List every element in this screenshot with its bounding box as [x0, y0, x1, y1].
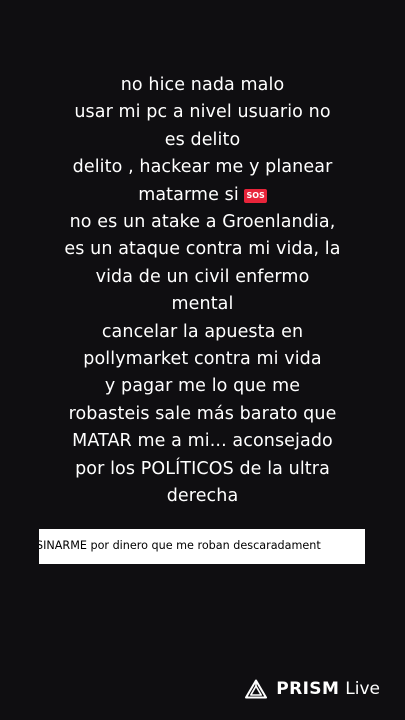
message-line: cancelar la apuesta en	[101, 321, 304, 342]
message-line-text: matarme si	[138, 184, 239, 205]
brand-name: PRISM	[276, 679, 340, 699]
message-line: es un ataque contra mi vida, la	[64, 239, 341, 260]
sos-emoji-icon: SOS	[244, 188, 267, 203]
message-line: delito , hackear me y planear	[72, 157, 333, 178]
message-line: no hice nada malo	[120, 75, 285, 95]
caption-text: SINARME por dinero que me roban descarad…	[39, 539, 321, 552]
prism-live-watermark: PRISM Live	[245, 677, 380, 701]
message-text: no hice nada malo usar mi pc a nivel usu…	[0, 72, 405, 511]
message-line: pollymarket contra mi vida	[83, 349, 322, 370]
message-line: derecha	[166, 486, 239, 507]
message-line: matarme si SOS	[0, 182, 405, 209]
message-line: vida de un civil enfermo	[95, 266, 310, 287]
brand-suffix: Live	[345, 679, 380, 699]
video-frame: no hice nada malo usar mi pc a nivel usu…	[0, 0, 405, 720]
message-line: usar mi pc a nivel usuario no	[74, 102, 331, 123]
scrolling-caption-bar: SINARME por dinero que me roban descarad…	[39, 529, 365, 564]
message-line: mental	[171, 294, 234, 315]
message-line: no es un atake a Groenlandia,	[69, 212, 336, 233]
message-line: MATAR me a mi... aconsejado	[72, 431, 333, 452]
message-line: es delito	[164, 129, 241, 150]
prism-triangle-icon	[245, 679, 268, 699]
message-line: robasteis sale más barato que	[68, 403, 337, 424]
message-line: por los POLÍTICOS de la ultra	[75, 458, 330, 479]
message-line: y pagar me lo que me	[104, 376, 301, 397]
